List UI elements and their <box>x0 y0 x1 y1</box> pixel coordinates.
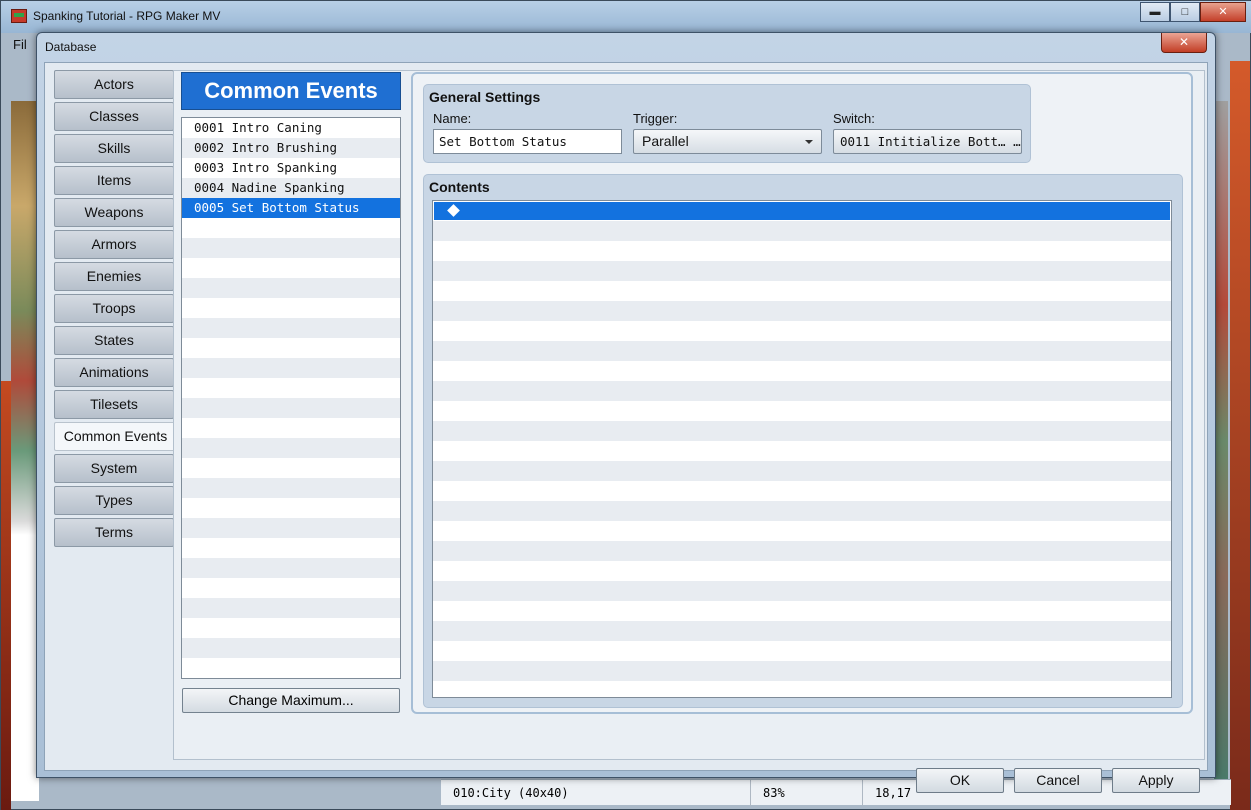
common-events-panel: Common Events 0001 Intro Caning 0002 Int… <box>173 70 1205 760</box>
tab-armors[interactable]: Armors <box>54 230 174 259</box>
tab-system[interactable]: System <box>54 454 174 483</box>
dialog-close-button[interactable]: ✕ <box>1161 33 1207 53</box>
tab-classes[interactable]: Classes <box>54 102 174 131</box>
minimize-button[interactable]: ▬ <box>1140 2 1170 22</box>
close-button[interactable]: ✕ <box>1200 2 1246 22</box>
change-maximum-button[interactable]: Change Maximum... <box>182 688 400 713</box>
name-label: Name: <box>433 111 472 126</box>
tab-terms[interactable]: Terms <box>54 518 174 547</box>
tab-animations[interactable]: Animations <box>54 358 174 387</box>
status-map: 010:City (40x40) <box>441 780 751 806</box>
event-editor-frame: General Settings Name: Set Bottom Status… <box>411 72 1193 714</box>
map-tile-preview[interactable] <box>1214 101 1228 781</box>
empty-list-rows[interactable] <box>182 218 400 678</box>
trigger-label: Trigger: <box>633 111 678 126</box>
apply-button[interactable]: Apply <box>1112 768 1200 793</box>
tab-actors[interactable]: Actors <box>54 70 174 99</box>
tab-enemies[interactable]: Enemies <box>54 262 174 291</box>
maximize-button[interactable]: □ <box>1170 2 1200 22</box>
trigger-select[interactable]: Parallel <box>633 129 822 154</box>
command-row-selected[interactable] <box>434 202 1170 220</box>
list-item[interactable]: 0001 Intro Caning <box>182 118 400 138</box>
trigger-value: Parallel <box>642 133 689 149</box>
tab-skills[interactable]: Skills <box>54 134 174 163</box>
event-command-list[interactable] <box>432 200 1172 698</box>
status-zoom: 83% <box>751 780 863 806</box>
dialog-title: Database <box>45 40 97 54</box>
map-tile-edge-right <box>1230 61 1250 810</box>
contents-title: Contents <box>429 179 490 195</box>
tab-items[interactable]: Items <box>54 166 174 195</box>
window-controls: ▬ □ ✕ <box>1140 2 1246 22</box>
list-item[interactable]: 0002 Intro Brushing <box>182 138 400 158</box>
diamond-icon <box>447 204 460 217</box>
name-field[interactable]: Set Bottom Status <box>433 129 622 154</box>
general-settings-group: General Settings Name: Set Bottom Status… <box>423 84 1031 163</box>
tab-tilesets[interactable]: Tilesets <box>54 390 174 419</box>
tab-common-events[interactable]: Common Events <box>54 422 176 451</box>
tab-types[interactable]: Types <box>54 486 174 515</box>
switch-selector[interactable]: 0011 Intitialize Bott… … <box>833 129 1022 154</box>
rpg-maker-logo-icon <box>11 9 27 23</box>
tab-weapons[interactable]: Weapons <box>54 198 174 227</box>
list-item-selected[interactable]: 0005 Set Bottom Status <box>182 198 400 218</box>
dialog-client: Actors Classes Skills Items Weapons Armo… <box>44 62 1208 793</box>
list-header: Common Events <box>181 72 401 110</box>
database-dialog: Database ✕ Actors Classes Skills Items W… <box>36 32 1216 793</box>
contents-group: Contents <box>423 174 1183 708</box>
list-item[interactable]: 0004 Nadine Spanking <box>182 178 400 198</box>
menu-file[interactable]: Fil <box>13 37 27 52</box>
tab-troops[interactable]: Troops <box>54 294 174 323</box>
general-settings-title: General Settings <box>429 89 541 105</box>
category-tabs: Actors Classes Skills Items Weapons Armo… <box>54 70 176 550</box>
cancel-button[interactable]: Cancel <box>1014 768 1102 793</box>
common-events-list[interactable]: 0001 Intro Caning 0002 Intro Brushing 00… <box>181 117 401 679</box>
map-tile-edge-left <box>1 381 11 810</box>
app-title: Spanking Tutorial - RPG Maker MV <box>33 9 221 23</box>
ok-button[interactable]: OK <box>916 768 1004 793</box>
chevron-down-icon <box>805 140 813 144</box>
map-editor-area[interactable] <box>11 101 39 801</box>
tab-states[interactable]: States <box>54 326 174 355</box>
app-titlebar[interactable]: Spanking Tutorial - RPG Maker MV ▬ □ ✕ <box>1 1 1251 33</box>
switch-label: Switch: <box>833 111 875 126</box>
list-item[interactable]: 0003 Intro Spanking <box>182 158 400 178</box>
